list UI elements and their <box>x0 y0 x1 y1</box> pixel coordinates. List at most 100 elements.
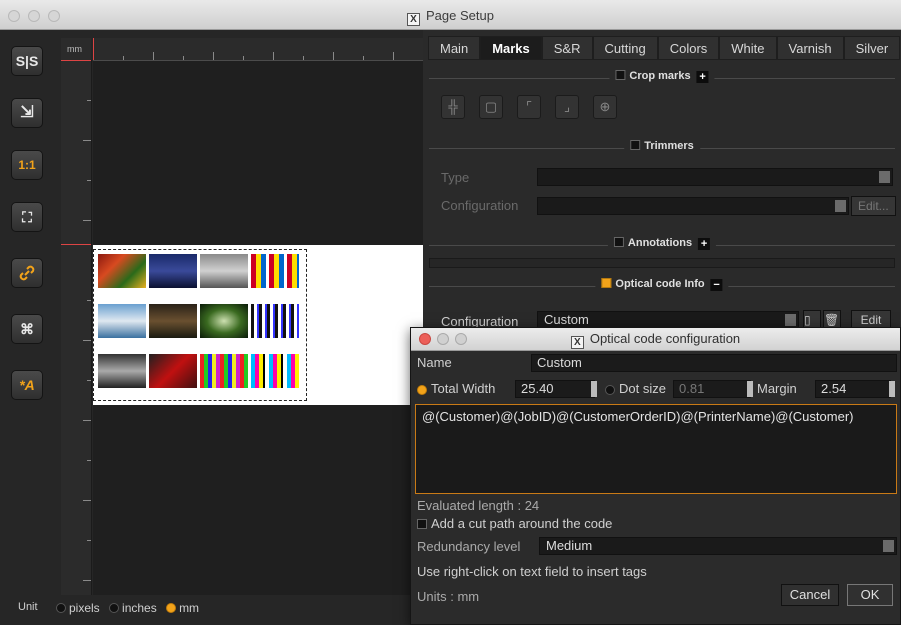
dot-size-field[interactable]: 0.81 <box>673 380 751 398</box>
trimmer-config-dropdown[interactable] <box>537 197 849 215</box>
margin-field[interactable]: 2.54 <box>815 380 891 398</box>
canvas-area[interactable]: mm <box>57 30 423 613</box>
units-label-text: Units <box>417 589 447 604</box>
name-field[interactable]: Custom <box>531 354 897 372</box>
chevron-down-icon <box>835 200 846 212</box>
margin-stepper[interactable] <box>889 381 895 397</box>
margin-label: Margin <box>757 381 797 396</box>
tab-marks[interactable]: Marks <box>480 36 542 60</box>
left-toolbar: S|S ⇲ 1:1 ⛶ ⌘ *A <box>0 30 57 595</box>
vertical-ruler <box>61 60 92 613</box>
total-width-field[interactable]: 25.40 <box>515 380 595 398</box>
units-value: mm <box>457 589 480 604</box>
actual-size-button[interactable]: 1:1 <box>11 150 43 180</box>
image-thumbnail <box>200 254 248 288</box>
image-thumbnail <box>98 304 146 338</box>
tab-sr[interactable]: S&R <box>541 36 593 60</box>
crop-corner-icon[interactable]: ╬ <box>441 95 465 119</box>
tab-silver[interactable]: Silver <box>843 36 901 60</box>
dialog-close-button[interactable] <box>419 333 431 345</box>
registration-target-icon[interactable]: ⊕ <box>593 95 617 119</box>
hint-text: Use right-click on text field to insert … <box>417 564 647 579</box>
app-logo-icon: X <box>407 13 421 26</box>
cut-path-checkbox[interactable] <box>417 519 427 529</box>
dot-size-radio[interactable] <box>605 385 615 395</box>
tab-cutting[interactable]: Cutting <box>592 36 658 60</box>
link-icon[interactable] <box>11 258 43 288</box>
cancel-button[interactable]: Cancel <box>781 584 839 606</box>
unit-selector: Unit pixels inches mm <box>0 595 430 625</box>
export-button[interactable]: ⇲ <box>11 98 43 128</box>
image-thumbnail <box>149 304 197 338</box>
tab-colors[interactable]: Colors <box>657 36 720 60</box>
dot-size-stepper[interactable] <box>747 381 753 397</box>
annotations-header: Annotations + <box>429 237 895 253</box>
image-thumbnail <box>149 354 197 388</box>
name-label: Name <box>417 355 452 370</box>
horizontal-ruler <box>93 38 423 61</box>
total-width-stepper[interactable] <box>591 381 597 397</box>
color-chart-thumbnail <box>200 354 248 388</box>
work-area[interactable] <box>93 61 423 613</box>
image-thumbnail <box>149 254 197 288</box>
optical-config-value: Custom <box>544 312 589 327</box>
total-width-label: Total Width <box>431 381 496 396</box>
trimmer-type-label: Type <box>441 170 470 185</box>
window-title: X Page Setup <box>0 8 901 26</box>
unit-inches-radio[interactable] <box>109 603 120 613</box>
optical-code-checkbox[interactable] <box>601 278 612 288</box>
trimmer-config-label: Configuration <box>441 198 519 213</box>
window-title-text: Page Setup <box>426 8 494 23</box>
chevron-down-icon <box>879 171 890 183</box>
unit-label: Unit <box>18 601 38 613</box>
total-width-radio[interactable] <box>417 385 427 395</box>
tab-main[interactable]: Main <box>428 36 481 60</box>
image-thumbnail <box>98 354 146 388</box>
tag-text-area[interactable]: @(Customer)@(JobID)@(CustomerOrderID)@(P… <box>415 404 897 494</box>
image-thumbnail <box>200 304 248 338</box>
trimmers-header: Trimmers <box>429 140 895 156</box>
unit-mm-radio[interactable] <box>166 603 177 613</box>
collapse-optical-code-button[interactable]: − <box>710 279 723 291</box>
unit-pixels-label: pixels <box>69 601 100 615</box>
expand-annotations-button[interactable]: + <box>698 238 711 250</box>
annotations-title: Annotations <box>627 237 693 249</box>
chevron-down-icon <box>883 540 894 552</box>
unit-inches-label: inches <box>122 601 157 615</box>
trimmers-checkbox[interactable] <box>630 140 641 150</box>
trimmer-edit-button[interactable]: Edit... <box>851 196 896 216</box>
optical-code-dialog: X Optical code configuration Name Custom … <box>410 327 901 625</box>
ruler-unit: mm <box>61 38 91 60</box>
crop-outer-icon[interactable]: ⌟ <box>555 95 579 119</box>
trimmers-title: Trimmers <box>644 140 694 152</box>
redundancy-dropdown[interactable]: Medium <box>539 537 897 555</box>
unit-pixels-radio[interactable] <box>56 603 66 613</box>
evaluated-length-text: Evaluated length <box>417 498 514 513</box>
evaluated-length-value: 24 <box>524 498 540 513</box>
fit-page-button[interactable]: ⛶ <box>11 202 43 232</box>
crop-inner-icon[interactable]: ⌜ <box>517 95 541 119</box>
trimmer-type-dropdown[interactable] <box>537 168 893 186</box>
tab-varnish[interactable]: Varnish <box>776 36 844 60</box>
cut-path-option[interactable]: Add a cut path around the code <box>417 516 612 531</box>
units-label: Units : mm <box>417 589 480 604</box>
annotations-checkbox[interactable] <box>613 237 624 247</box>
test-chart-thumbnail <box>251 304 299 338</box>
redundancy-value: Medium <box>546 538 593 553</box>
expand-crop-marks-button[interactable]: + <box>696 71 709 83</box>
crop-marks-checkbox[interactable] <box>615 70 626 80</box>
crop-box-icon[interactable]: ▢ <box>479 95 503 119</box>
ok-button[interactable]: OK <box>847 584 893 606</box>
crop-marks-title: Crop marks <box>629 70 691 82</box>
print-sheet[interactable] <box>93 249 307 401</box>
split-view-button[interactable]: S|S <box>11 46 43 76</box>
unit-options: pixels inches mm <box>50 601 199 615</box>
auto-button[interactable]: *A <box>11 370 43 400</box>
color-bar-thumbnail <box>251 254 299 288</box>
fit-selection-button[interactable]: ⌘ <box>11 314 43 344</box>
dialog-zoom-button[interactable] <box>455 333 467 345</box>
dialog-minimize-button[interactable] <box>437 333 449 345</box>
window-titlebar: X Page Setup <box>0 0 901 30</box>
tab-white[interactable]: White <box>719 36 777 60</box>
optical-code-header: Optical code Info − <box>429 278 895 294</box>
